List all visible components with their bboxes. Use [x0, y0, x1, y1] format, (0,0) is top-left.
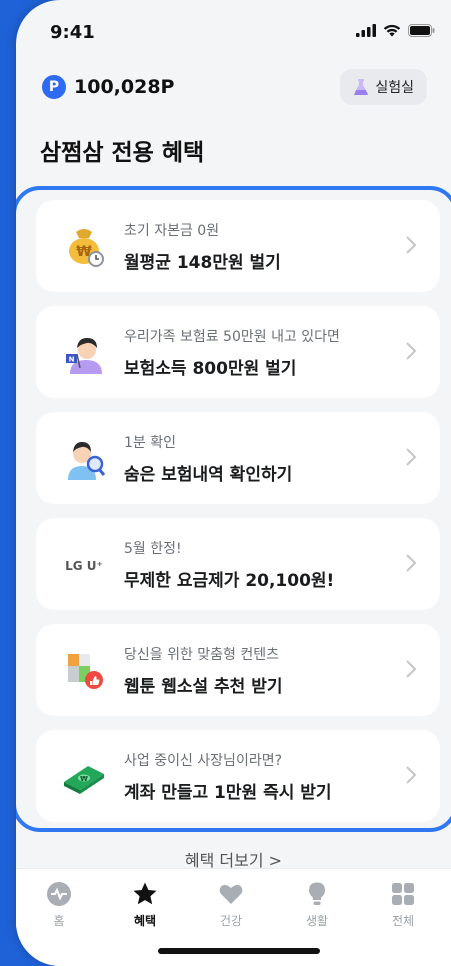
card-subtitle: 당신을 위한 맞춤형 컨텐츠: [124, 647, 280, 663]
home-indicator: [158, 948, 320, 954]
person-flag-icon: N: [66, 338, 102, 374]
tab-label: 전체: [391, 914, 415, 928]
card-subtitle: 5월 한정!: [124, 541, 182, 557]
lab-button[interactable]: 실험실: [340, 69, 427, 105]
points-balance[interactable]: P 100,028P: [42, 75, 174, 99]
tab-health[interactable]: 건강: [196, 881, 266, 929]
tab-label: 건강: [219, 914, 243, 928]
battery-icon: [408, 24, 435, 37]
lgu-plus-logo: LG U⁺: [65, 559, 103, 573]
header: P 100,028P 실험실: [16, 60, 451, 116]
benefit-card[interactable]: 당신을 위한 맞춤형 컨텐츠 웹툰 웹소설 추천 받기: [36, 624, 440, 716]
benefit-list-highlight: ₩ 초기 자본금 0원 월평균 148만원 벌기 N 우리가족 보험료 50만원…: [16, 186, 451, 832]
card-subtitle: 사업 중이신 사장님이라면?: [124, 753, 283, 769]
tab-label: 혜택: [133, 914, 157, 928]
point-badge-icon: P: [42, 75, 66, 99]
cash-stack-icon: ₩: [64, 766, 104, 794]
lab-label: 실험실: [375, 80, 414, 96]
star-icon: [133, 882, 157, 905]
chevron-right-icon: [406, 766, 417, 784]
status-icons: [356, 24, 435, 37]
points-value: 100,028P: [74, 76, 175, 98]
tab-benefits[interactable]: 혜택: [110, 881, 180, 929]
tab-label: 생활: [305, 914, 329, 928]
card-subtitle: 초기 자본금 0원: [124, 223, 220, 239]
card-title: 숨은 보험내역 확인하기: [124, 465, 293, 485]
card-subtitle: 우리가족 보험료 50만원 내고 있다면: [124, 329, 340, 345]
home-icon: [47, 882, 71, 906]
benefit-card[interactable]: ₩ 사업 중이신 사장님이라면? 계좌 만들고 1만원 즉시 받기: [36, 730, 440, 822]
tab-life[interactable]: 생활: [282, 881, 352, 929]
signal-icon: [356, 24, 376, 37]
card-title: 무제한 요금제가 20,100원!: [124, 571, 335, 591]
svg-text:LG U⁺: LG U⁺: [65, 559, 103, 573]
phone-screen: 9:41 P 100,028P 실험실 삼쩜삼 전용 혜택 ₩ 초기 자본금 0…: [16, 0, 451, 966]
benefit-card[interactable]: N 우리가족 보험료 50만원 내고 있다면 보험소득 800만원 벌기: [36, 306, 440, 398]
status-bar: 9:41: [16, 0, 451, 60]
card-subtitle: 1분 확인: [124, 435, 176, 451]
svg-text:N: N: [69, 356, 75, 364]
svg-text:₩: ₩: [80, 775, 88, 783]
chevron-right-icon: [406, 342, 417, 360]
wifi-icon: [383, 24, 401, 37]
grid-icon: [392, 883, 414, 905]
card-title: 월평균 148만원 벌기: [124, 253, 281, 273]
flask-icon: [354, 79, 369, 95]
card-title: 웹툰 웹소설 추천 받기: [124, 677, 283, 697]
content-thumbsup-icon: [68, 654, 103, 689]
status-time: 9:41: [50, 22, 95, 43]
chevron-right-icon: [406, 554, 417, 572]
benefit-card[interactable]: LG U⁺ 5월 한정! 무제한 요금제가 20,100원!: [36, 518, 440, 610]
page-title: 삼쩜삼 전용 혜택: [40, 140, 205, 166]
lightbulb-icon: [309, 882, 325, 905]
chevron-right-icon: [406, 448, 417, 466]
tab-all[interactable]: 전체: [368, 881, 438, 929]
card-title: 계좌 만들고 1만원 즉시 받기: [124, 783, 332, 803]
heart-icon: [219, 884, 243, 904]
tab-label: 홈: [53, 914, 65, 928]
money-bag-clock-icon: ₩: [69, 229, 104, 267]
card-title: 보험소득 800만원 벌기: [124, 359, 297, 379]
benefit-card[interactable]: ₩ 초기 자본금 0원 월평균 148만원 벌기: [36, 200, 440, 292]
tab-home[interactable]: 홈: [24, 881, 94, 929]
chevron-right-icon: [406, 660, 417, 678]
person-magnifier-icon: [68, 442, 106, 480]
benefit-card[interactable]: 1분 확인 숨은 보험내역 확인하기: [36, 412, 440, 504]
chevron-right-icon: [406, 236, 417, 254]
